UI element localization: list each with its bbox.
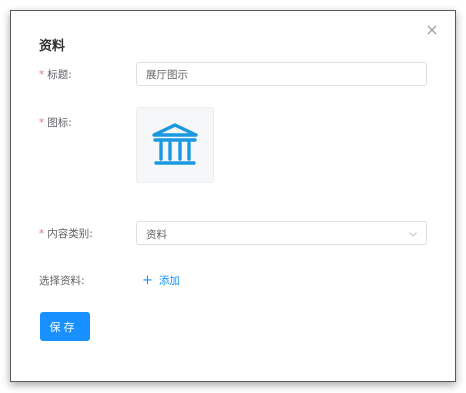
material-label-text: 选择资料: xyxy=(39,275,85,287)
title-label: * 标题: xyxy=(39,67,72,82)
category-label-text: 内容类别: xyxy=(47,228,93,240)
title-label-text: 标题: xyxy=(47,69,72,81)
category-label: * 内容类别: xyxy=(39,226,93,241)
icon-label-text: 图标: xyxy=(47,117,72,129)
title-input[interactable] xyxy=(136,62,427,86)
required-mark: * xyxy=(39,228,45,240)
required-mark: * xyxy=(39,117,45,129)
category-select-value: 资料 xyxy=(146,229,167,241)
add-material-link[interactable]: + 添加 xyxy=(142,273,180,288)
plus-icon: + xyxy=(142,273,153,288)
museum-building-icon xyxy=(152,123,198,165)
resource-dialog: 资料 *标题: *图标: *内容类别: 资料 xyxy=(10,10,456,382)
dialog-title: 资料 xyxy=(39,39,66,54)
category-select[interactable]: 资料 xyxy=(136,221,427,245)
close-icon[interactable] xyxy=(425,23,439,37)
add-material-label: 添加 xyxy=(158,275,180,287)
chevron-down-icon xyxy=(409,232,417,237)
save-button[interactable]: 保存 xyxy=(40,312,90,341)
icon-picker[interactable] xyxy=(136,107,214,183)
material-label: 选择资料: xyxy=(39,273,85,288)
icon-label: * 图标: xyxy=(39,115,72,130)
required-mark: * xyxy=(39,69,45,81)
